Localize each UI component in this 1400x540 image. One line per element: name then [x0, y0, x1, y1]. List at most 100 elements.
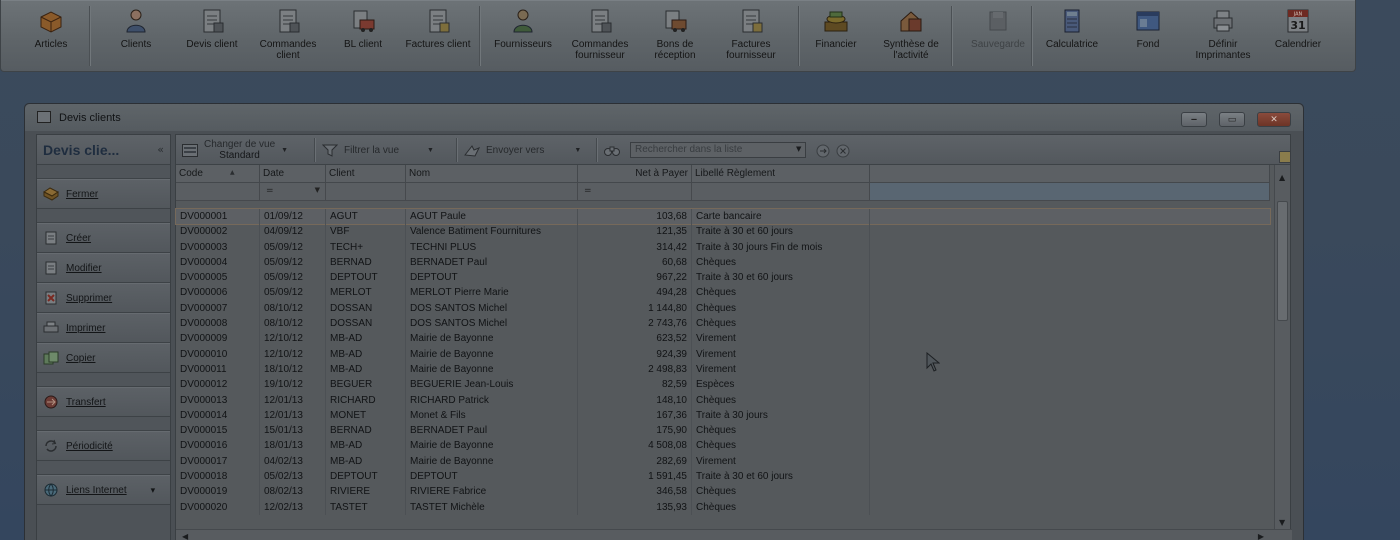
- table-row[interactable]: DV000010 12/10/12 MB-AD Mairie de Bayonne 92…: [176, 346, 1270, 362]
- toolbar-money-button[interactable]: Financier: [798, 6, 874, 68]
- table-row[interactable]: DV000009 12/10/12 MB-AD Mairie de Bayonne 62…: [176, 331, 1270, 347]
- search-go-icon[interactable]: [816, 144, 830, 158]
- maximize-button[interactable]: ▭: [1219, 112, 1245, 127]
- binoculars-button[interactable]: [604, 135, 626, 165]
- toolbar-supplier-order-button[interactable]: Commandes fournisseur: [562, 6, 638, 68]
- toolbar-box-button[interactable]: Articles: [13, 6, 89, 68]
- search-clear-icon[interactable]: [836, 144, 850, 158]
- toolbar-supplier-invoice-button[interactable]: Factures fournisseur: [713, 6, 789, 68]
- table-row[interactable]: DV000002 04/09/12 VBF Valence Batiment Four…: [176, 224, 1270, 240]
- toolbar-calculator-button[interactable]: Calculatrice: [1034, 6, 1110, 68]
- panel-button-label: Modifier: [66, 262, 102, 274]
- panel-transfer-button[interactable]: Transfert: [37, 387, 170, 417]
- cell-payment: Espèces: [692, 377, 870, 393]
- cell-net: 175,90: [578, 423, 692, 439]
- table-row[interactable]: DV000014 12/01/13 MONET Monet & Fils 167,36 T…: [176, 407, 1270, 424]
- cell-net: 967,22: [578, 270, 692, 286]
- panel-edit-document-button[interactable]: Modifier: [37, 253, 170, 283]
- toolbar-reception-truck-button[interactable]: Bons de réception: [637, 6, 713, 68]
- filter-name[interactable]: [406, 183, 578, 201]
- cell-date: 12/02/13: [260, 499, 326, 515]
- scroll-left-icon[interactable]: ◀: [182, 532, 188, 540]
- cell-name: Mairie de Bayonne: [406, 361, 578, 378]
- scroll-up-icon[interactable]: ▲: [1279, 173, 1285, 182]
- toolbar-delivery-truck-button[interactable]: BL client: [325, 6, 401, 68]
- table-row[interactable]: DV000007 08/10/12 DOSSAN DOS SANTOS Michel 1…: [176, 300, 1270, 317]
- cell-client: TASTET: [326, 499, 406, 515]
- table-row[interactable]: DV000011 18/10/12 MB-AD Mairie de Bayonne 2 …: [176, 361, 1270, 378]
- send-to-button[interactable]: Envoyer vers ▼: [464, 135, 581, 165]
- toolbar-person-button[interactable]: Clients: [98, 6, 174, 68]
- sort-ascending-icon: ▲: [230, 169, 235, 176]
- table-row[interactable]: DV000012 19/10/12 BEGUER BEGUERIE Jean-Loui…: [176, 377, 1270, 393]
- column-header-date[interactable]: Date: [260, 165, 326, 183]
- horizontal-scrollbar[interactable]: ◀ ▶: [176, 529, 1292, 540]
- filter-client[interactable]: [326, 183, 406, 201]
- table-row[interactable]: DV000017 04/02/13 MB-AD Mairie de Bayonne 28…: [176, 453, 1270, 470]
- filter-date[interactable]: = ▼: [260, 183, 326, 201]
- close-window-button[interactable]: ✕: [1257, 112, 1291, 127]
- current-view-name: Standard: [219, 150, 260, 161]
- cell-payment: Chèques: [692, 316, 870, 332]
- panel-web-link-button[interactable]: Liens Internet ▾: [37, 475, 170, 505]
- filter-net[interactable]: =: [578, 183, 692, 201]
- toolbar-supplier-person-button[interactable]: Fournisseurs: [485, 6, 561, 68]
- toolbar-floppy-disk-button[interactable]: Sauvegarde: [960, 6, 1036, 68]
- toolbar-printer-button[interactable]: Définir Imprimantes: [1185, 6, 1261, 68]
- table-row[interactable]: DV000019 08/02/13 RIVIERE RIVIERE Fabrice 34…: [176, 484, 1270, 500]
- panel-new-document-button[interactable]: Créer: [37, 223, 170, 253]
- cell-net: 1 591,45: [578, 469, 692, 485]
- cell-date: 04/02/13: [260, 453, 326, 470]
- panel-refresh-button[interactable]: Périodicité: [37, 431, 170, 461]
- cell-client: DOSSAN: [326, 300, 406, 317]
- minimize-button[interactable]: ‒: [1181, 112, 1207, 127]
- table-row[interactable]: DV000020 12/02/13 TASTET TASTET Michèle 135,…: [176, 499, 1270, 515]
- column-chooser-icon[interactable]: [1279, 151, 1291, 163]
- change-view-button[interactable]: Changer de vue Standard ▼: [182, 135, 288, 165]
- table-row[interactable]: DV000008 08/10/12 DOSSAN DOS SANTOS Michel 2…: [176, 316, 1270, 332]
- table-row[interactable]: DV000016 18/01/13 MB-AD Mairie de Bayonne 4 …: [176, 438, 1270, 454]
- column-header-client[interactable]: Client: [326, 165, 406, 183]
- toolbar-quote-button[interactable]: Devis client: [174, 6, 250, 68]
- cell-code: DV000010: [176, 346, 260, 362]
- table-row[interactable]: DV000018 05/02/13 DEPTOUT DEPTOUT 1 591,45 Tr…: [176, 469, 1270, 485]
- column-header-payment[interactable]: Libellé Règlement: [692, 165, 870, 183]
- collapse-panel-button[interactable]: «: [157, 143, 164, 156]
- scroll-right-icon[interactable]: ▶: [1258, 532, 1264, 540]
- table-row[interactable]: DV000005 05/09/12 DEPTOUT DEPTOUT 967,22 Trai…: [176, 270, 1270, 286]
- table-row[interactable]: DV000006 05/09/12 MERLOT MERLOT Pierre Mari…: [176, 285, 1270, 301]
- table-row[interactable]: DV000001 01/09/12 AGUT AGUT Paule 103,68 Cart…: [175, 207, 1271, 226]
- filter-view-button[interactable]: Filtrer la vue ▼: [322, 135, 434, 165]
- table-row[interactable]: DV000013 12/01/13 RICHARD RICHARD Patrick 14…: [176, 392, 1270, 408]
- column-header-code[interactable]: Code: [176, 165, 260, 183]
- filter-code[interactable]: [176, 183, 260, 201]
- panel-close-folder-button[interactable]: Fermer: [37, 179, 170, 209]
- toolbar-invoice-button[interactable]: Factures client: [400, 6, 476, 68]
- scroll-down-icon[interactable]: ▼: [1279, 518, 1285, 527]
- toolbar-house-chart-button[interactable]: Synthèse de l'activité: [873, 6, 949, 68]
- cell-code: DV000001: [176, 209, 260, 225]
- filter-payment[interactable]: [692, 183, 870, 201]
- cell-net: 148,10: [578, 392, 692, 408]
- search-dropdown-icon[interactable]: ▼: [796, 145, 1287, 153]
- vertical-scrollbar[interactable]: ▲ ▼: [1274, 151, 1291, 529]
- cell-name: BERNADET Paul: [406, 423, 578, 439]
- search-input[interactable]: Rechercher dans la liste: [630, 142, 806, 158]
- vertical-scroll-thumb[interactable]: [1277, 201, 1288, 321]
- column-header-name[interactable]: Nom: [406, 165, 578, 183]
- window-titlebar[interactable]: Devis clients ‒ ▭ ✕: [25, 104, 1303, 131]
- view-icon: [182, 143, 198, 157]
- table-row[interactable]: DV000004 05/09/12 BERNAD BERNADET Paul 60,68…: [176, 254, 1270, 271]
- panel-button-label: Supprimer: [66, 292, 113, 304]
- panel-delete-document-button[interactable]: Supprimer: [37, 283, 170, 313]
- toolbar-background-window-button[interactable]: Fond: [1110, 6, 1186, 68]
- panel-copy-button[interactable]: Copier: [37, 343, 170, 373]
- panel-print-button[interactable]: Imprimer: [37, 313, 170, 343]
- cell-payment: Traite à 30 jours Fin de mois: [692, 239, 870, 255]
- toolbar-calendar-button[interactable]: JAN 31 Calendrier: [1260, 6, 1336, 68]
- table-row[interactable]: DV000015 15/01/13 BERNAD BERNADET Paul 175,9…: [176, 423, 1270, 439]
- toolbar-order-button[interactable]: Commandes client: [250, 6, 326, 68]
- house-chart-icon: [896, 6, 926, 36]
- table-row[interactable]: DV000003 05/09/12 TECH+ TECHNI PLUS 314,42 Tr…: [176, 239, 1270, 255]
- column-header-net[interactable]: Net à Payer: [578, 165, 692, 183]
